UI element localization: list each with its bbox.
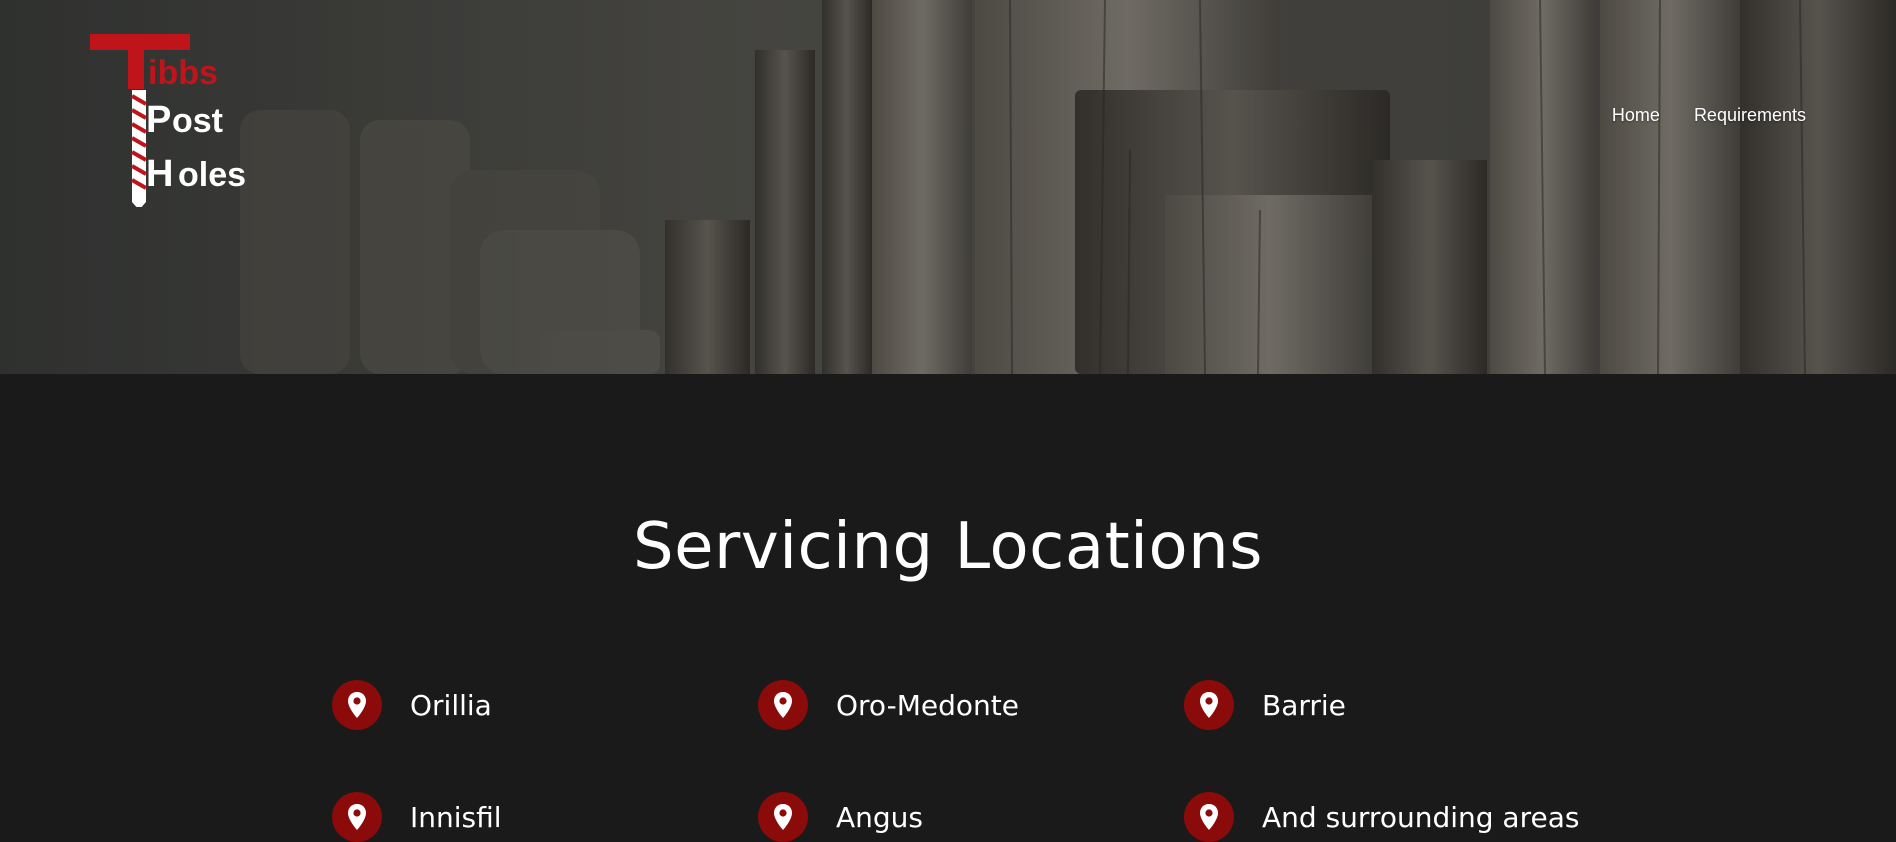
location-label: Barrie bbox=[1262, 688, 1346, 722]
location-item-surrounding-areas: And surrounding areas bbox=[1184, 792, 1579, 842]
map-pin-icon bbox=[1184, 680, 1234, 730]
location-item-innisfil: Innisfil bbox=[332, 792, 502, 842]
location-item-barrie: Barrie bbox=[1184, 680, 1346, 730]
location-item-angus: Angus bbox=[758, 792, 923, 842]
section-title: Servicing Locations bbox=[633, 510, 1263, 584]
nav-home-link[interactable]: Home bbox=[1612, 105, 1660, 126]
hero-header: ibbs P ost H oles Home Requirements bbox=[0, 0, 1896, 374]
svg-text:P: P bbox=[146, 99, 171, 141]
location-item-oro-medonte: Oro-Medonte bbox=[758, 680, 1019, 730]
map-pin-icon bbox=[758, 792, 808, 842]
map-pin-icon bbox=[1184, 792, 1234, 842]
svg-text:oles: oles bbox=[178, 156, 246, 194]
map-pin-icon bbox=[332, 680, 382, 730]
location-label: Oro-Medonte bbox=[836, 688, 1019, 722]
site-logo[interactable]: ibbs P ost H oles bbox=[88, 32, 278, 210]
svg-text:ost: ost bbox=[172, 102, 223, 140]
location-item-orillia: Orillia bbox=[332, 680, 492, 730]
tibbs-post-holes-logo: ibbs P ost H oles bbox=[90, 34, 246, 210]
location-label: Angus bbox=[836, 800, 924, 834]
svg-text:H: H bbox=[146, 153, 173, 195]
svg-text:ibbs: ibbs bbox=[148, 54, 218, 92]
location-label: Orillia bbox=[410, 688, 492, 722]
nav-requirements-link[interactable]: Requirements bbox=[1694, 105, 1806, 126]
location-label: Innisfil bbox=[410, 800, 502, 834]
servicing-locations-section: Servicing Locations Orillia Oro-Medonte … bbox=[0, 374, 1896, 842]
main-nav: Home Requirements bbox=[1612, 105, 1806, 126]
location-label: And surrounding areas bbox=[1262, 800, 1580, 834]
hero-background-image bbox=[0, 0, 1896, 374]
map-pin-icon bbox=[332, 792, 382, 842]
map-pin-icon bbox=[758, 680, 808, 730]
